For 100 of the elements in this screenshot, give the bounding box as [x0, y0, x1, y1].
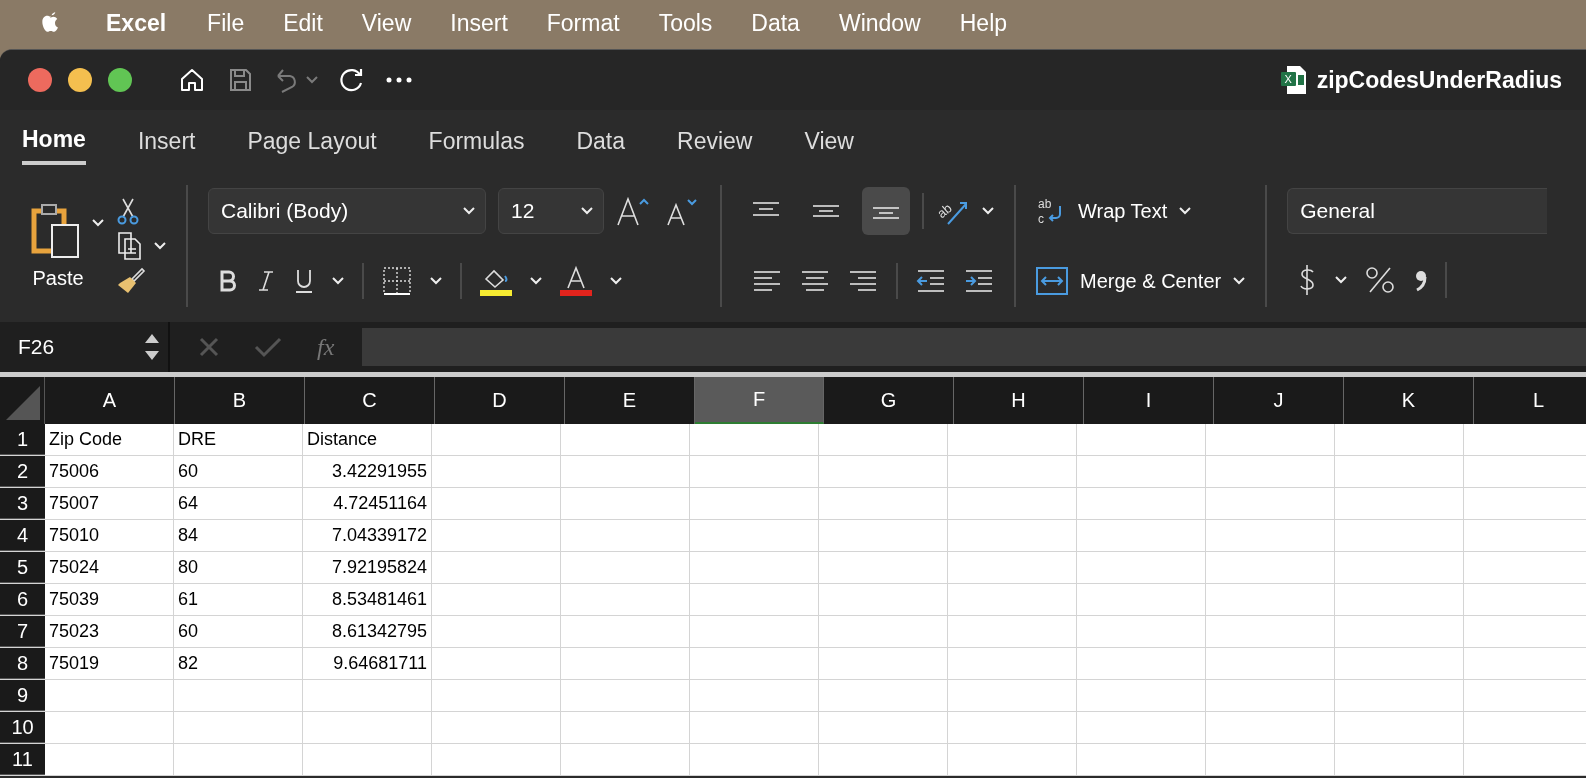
table-cell: DRE: [174, 424, 303, 455]
align-right-icon[interactable]: [848, 269, 878, 293]
more-icon[interactable]: [386, 77, 412, 83]
ribbon-tab[interactable]: Insert: [137, 119, 196, 163]
row-header[interactable]: 5: [0, 552, 45, 583]
name-box[interactable]: F26: [0, 322, 170, 372]
menu-item[interactable]: Window: [838, 9, 921, 37]
number-format-dropdown[interactable]: General: [1287, 188, 1548, 234]
paste-button[interactable]: Paste: [30, 202, 86, 290]
table-cell: 9.64681711: [303, 648, 432, 679]
font-color-icon[interactable]: [560, 265, 592, 297]
align-lines-icon: [871, 207, 901, 219]
menu-item[interactable]: Edit: [283, 9, 323, 37]
row-header[interactable]: 2: [0, 456, 45, 487]
table-cell: Distance: [303, 424, 432, 455]
close-button[interactable]: [28, 68, 52, 92]
table-cell: 80: [174, 552, 303, 583]
caret-icon: [463, 207, 475, 215]
copy-icon[interactable]: [116, 231, 144, 261]
menu-item[interactable]: View: [361, 9, 412, 37]
column-header[interactable]: I: [1084, 377, 1214, 424]
increase-indent-icon[interactable]: [964, 269, 994, 293]
table-cell: 61: [174, 584, 303, 615]
formula-input-field[interactable]: [362, 328, 1586, 366]
zoom-button[interactable]: [108, 68, 132, 92]
row-header[interactable]: 9: [0, 680, 45, 711]
vertical-align-button[interactable]: [862, 187, 910, 235]
app-menu[interactable]: Excel: [106, 9, 167, 37]
menu-item[interactable]: Insert: [450, 9, 508, 37]
table-cell: 60: [174, 616, 303, 647]
table-cell: 75023: [45, 616, 174, 647]
ribbon-tab[interactable]: Formulas: [428, 119, 525, 163]
scissors-icon[interactable]: [116, 197, 140, 225]
table-cell: 7.92195824: [303, 552, 432, 583]
table-cell: 75039: [45, 584, 174, 615]
caret-icon: [1233, 277, 1246, 285]
table-cell: 8.61342795: [303, 616, 432, 647]
table-cell: 84: [174, 520, 303, 551]
borders-icon[interactable]: [382, 266, 412, 296]
column-header[interactable]: L: [1474, 377, 1586, 424]
row-header[interactable]: 8: [0, 648, 45, 679]
ribbon-tab[interactable]: Data: [576, 119, 626, 163]
row-header[interactable]: 7: [0, 616, 45, 647]
italic-icon[interactable]: [256, 269, 276, 293]
menu-item[interactable]: Data: [751, 9, 800, 37]
menu-item[interactable]: Help: [959, 9, 1008, 37]
column-header[interactable]: H: [954, 377, 1084, 424]
menu-item[interactable]: File: [207, 9, 245, 37]
row-header[interactable]: 11: [0, 744, 45, 775]
function-icon[interactable]: fx: [316, 333, 348, 361]
menu-item[interactable]: Format: [546, 9, 620, 37]
align-lines-icon: [751, 202, 781, 216]
table-cell: 75006: [45, 456, 174, 487]
column-header[interactable]: G: [824, 377, 954, 424]
table-cell: Zip Code: [45, 424, 174, 455]
table-cell: 60: [174, 456, 303, 487]
home-icon[interactable]: [178, 66, 206, 94]
row-header[interactable]: 3: [0, 488, 45, 519]
row-header[interactable]: 1: [0, 424, 45, 455]
row-header[interactable]: 4: [0, 520, 45, 551]
ribbon-tab[interactable]: Review: [677, 119, 753, 163]
percent-icon[interactable]: [1365, 265, 1396, 295]
column-header[interactable]: F: [695, 377, 824, 424]
column-header[interactable]: C: [305, 377, 435, 424]
row-header[interactable]: 10: [0, 712, 45, 743]
table-cell: 64: [174, 488, 303, 519]
decrease-font-size-icon[interactable]: [664, 196, 700, 226]
align-left-icon[interactable]: [752, 269, 782, 293]
decrease-indent-icon[interactable]: [916, 269, 946, 293]
minimize-button[interactable]: [68, 68, 92, 92]
table-cell: 75007: [45, 488, 174, 519]
caret-icon: [581, 207, 593, 215]
column-header[interactable]: B: [175, 377, 305, 424]
table-cell: 8.53481461: [303, 584, 432, 615]
ribbon-tab[interactable]: Home: [22, 117, 86, 165]
column-header[interactable]: J: [1214, 377, 1344, 424]
table-cell: 75019: [45, 648, 174, 679]
font-name-dropdown[interactable]: Calibri (Body): [208, 188, 486, 234]
underline-icon[interactable]: [294, 268, 314, 294]
window-title: zipCodesUnderRadius: [1316, 66, 1562, 94]
align-center-icon[interactable]: [800, 269, 830, 293]
bold-icon[interactable]: [218, 269, 238, 293]
table-cell: 75024: [45, 552, 174, 583]
ribbon-tab[interactable]: View: [804, 119, 854, 163]
comma-style-icon[interactable]: [1413, 268, 1428, 292]
column-header[interactable]: D: [435, 377, 565, 424]
column-header[interactable]: A: [45, 377, 175, 424]
merge-and-center-button[interactable]: Merge & Center: [1036, 257, 1246, 305]
menu-item[interactable]: Tools: [658, 9, 713, 37]
table-cell: 4.72451164: [303, 488, 432, 519]
wrap-text-button[interactable]: ab c Wrap Text: [1036, 187, 1246, 235]
font-size-dropdown[interactable]: 12: [498, 188, 604, 234]
align-lines-icon: [811, 205, 841, 217]
triangle-icon: [6, 386, 40, 420]
row-header[interactable]: 6: [0, 584, 45, 615]
ribbon-tab[interactable]: Page Layout: [247, 119, 377, 163]
column-header[interactable]: K: [1344, 377, 1474, 424]
paintbrush-icon[interactable]: [116, 267, 146, 295]
merge-cells-icon: [1036, 267, 1068, 295]
checkmark-icon[interactable]: [254, 336, 282, 358]
